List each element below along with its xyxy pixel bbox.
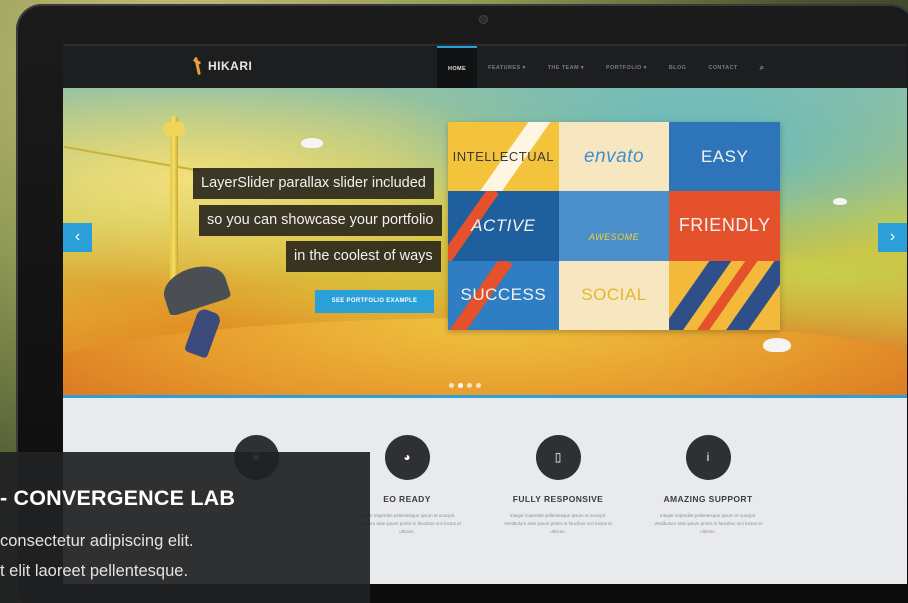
search-icon[interactable]: ⌕ <box>749 46 776 90</box>
slider-prev-button[interactable]: ‹ <box>63 223 92 252</box>
tile-success: SUCCESS <box>448 260 559 330</box>
slider-dot[interactable] <box>476 383 481 388</box>
tile-envato: envato <box>558 122 670 192</box>
slider-caption-line-1: LayerSlider parallax slider included <box>193 168 434 199</box>
nav-the-team[interactable]: THE TEAM ▾ <box>537 46 595 90</box>
nav-portfolio[interactable]: PORTFOLIO ▾ <box>595 46 658 90</box>
slider-dot[interactable] <box>467 383 472 388</box>
nav-features[interactable]: FEATURES ▾ <box>477 46 537 90</box>
slider-next-button[interactable]: › <box>878 223 907 252</box>
feature-tiles-graphic: INTELLECTUAL envato EASY ACTIVE AWESOME … <box>448 122 780 330</box>
tile-social: SOCIAL <box>558 260 670 330</box>
top-navbar: HIKARI HOME FEATURES ▾ THE TEAM ▾ PORTFO… <box>63 44 907 90</box>
hikari-logo-icon <box>193 57 203 75</box>
logo-text: HIKARI <box>208 59 253 73</box>
tile-friendly: FRIENDLY <box>669 191 780 261</box>
webcam <box>480 16 487 23</box>
tablet-icon: ▯ <box>535 435 581 480</box>
power-wire-illustration <box>63 145 203 173</box>
see-portfolio-button[interactable]: SEE PORTFOLIO EXAMPLE <box>315 290 434 313</box>
nav-blog[interactable]: BLOG <box>658 46 698 90</box>
feature-fully-responsive: ▯ FULLY RESPONSIVE Integer imperdiet pel… <box>483 435 633 536</box>
caption-overlay: - CONVERGENCE LAB consectetur adipiscing… <box>0 452 370 603</box>
bird-illustration <box>763 338 791 352</box>
overlay-text-line-2: t elit laoreet pellentesque. <box>0 562 189 580</box>
main-menu: HOME FEATURES ▾ THE TEAM ▾ PORTFOLIO ▾ B… <box>437 46 776 90</box>
feature-text: Integer imperdiet pellentesque ipsum et … <box>654 513 762 534</box>
feature-amazing-support: i AMAZING SUPPORT Integer imperdiet pell… <box>633 435 783 536</box>
nav-contact[interactable]: CONTACT <box>697 46 748 90</box>
bird-illustration <box>833 198 847 205</box>
pole-cap-illustration <box>163 122 185 136</box>
feature-title: AMAZING SUPPORT <box>663 494 753 504</box>
bird-illustration <box>301 138 323 148</box>
tile-active: ACTIVE <box>448 191 559 261</box>
nav-home[interactable]: HOME <box>437 46 478 90</box>
feature-text: Integer imperdiet pellentesque ipsum et … <box>504 513 612 534</box>
hill-illustration <box>63 318 907 395</box>
tile-stripes <box>669 260 780 330</box>
slider-pagination <box>449 383 481 388</box>
tile-intellectual: INTELLECTUAL <box>448 122 559 192</box>
hero-slider: LayerSlider parallax slider included so … <box>63 88 907 398</box>
feature-title: FULLY RESPONSIVE <box>512 494 604 504</box>
site-logo[interactable]: HIKARI <box>193 57 252 75</box>
tile-awesome: AWESOME <box>558 191 670 261</box>
overlay-title: - CONVERGENCE LAB <box>0 486 236 510</box>
tile-easy: EASY <box>669 122 780 192</box>
palette-icon: ◕ <box>384 435 430 480</box>
slider-dot[interactable] <box>449 383 454 388</box>
slider-dot-active[interactable] <box>458 383 463 388</box>
slider-caption-line-3: in the coolest of ways <box>286 241 441 272</box>
info-icon: i <box>685 435 731 480</box>
overlay-text-line-1: consectetur adipiscing elit. <box>0 532 194 550</box>
slider-caption-line-2: so you can showcase your portfolio <box>199 205 442 236</box>
